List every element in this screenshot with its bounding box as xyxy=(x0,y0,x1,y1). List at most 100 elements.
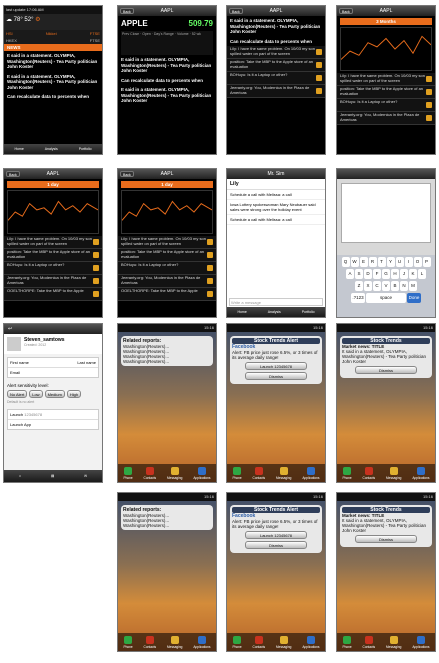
key-done[interactable]: Done xyxy=(407,293,421,303)
dock-applications[interactable]: Applications xyxy=(302,635,320,649)
key-q[interactable]: Q xyxy=(341,257,350,267)
key-z[interactable]: Z xyxy=(355,281,363,291)
back-button[interactable]: Back xyxy=(6,171,20,177)
news-item[interactable]: Can recalculate data to percents when xyxy=(227,37,325,47)
level-medium[interactable]: Medium xyxy=(44,390,65,398)
comment-row[interactable]: Lily: I have the same problem. On 10/03 … xyxy=(4,236,102,249)
dismiss-button[interactable]: Dismiss xyxy=(245,372,307,380)
key-t[interactable]: T xyxy=(377,257,386,267)
dock-applications[interactable]: Applications xyxy=(412,466,430,480)
dock-messaging[interactable]: Messaging xyxy=(167,635,182,649)
news-item[interactable]: It said in a statement. OLYMPIA, Washing… xyxy=(118,85,216,106)
key-numbers[interactable]: .?123 xyxy=(351,293,365,303)
dock-phone[interactable]: Phone xyxy=(232,635,242,649)
tab-portfolio[interactable]: Portfolio xyxy=(302,310,315,314)
key-k[interactable]: K xyxy=(409,269,417,279)
dismiss-button[interactable]: Dismiss xyxy=(245,541,307,549)
comment-row[interactable]: Jeeranty.org: You, Modernica in the Plaz… xyxy=(4,275,102,288)
key-j[interactable]: J xyxy=(400,269,408,279)
level-no-alert[interactable]: No Alert xyxy=(7,390,28,398)
tab-portfolio[interactable]: Portfolio xyxy=(79,147,92,151)
launch-value[interactable]: 12345678 xyxy=(24,412,42,417)
report-item[interactable]: Washington(Reuters)... xyxy=(123,359,211,364)
dock-applications[interactable]: Applications xyxy=(302,466,320,480)
dock-contacts[interactable]: Contacts xyxy=(363,635,375,649)
back-arrow-icon[interactable]: ↩ xyxy=(8,326,12,332)
news-item[interactable]: It said in a statement. OLYMPIA, Washing… xyxy=(4,72,102,93)
range-selector[interactable]: 3 Months xyxy=(340,18,432,25)
comment-row[interactable]: position: Take the MBP to the Apple stor… xyxy=(118,249,216,262)
tab-home[interactable]: Home xyxy=(14,147,23,151)
news-item[interactable]: It said in a statement. OLYMPIA, Washing… xyxy=(227,16,325,37)
report-item[interactable]: Washington(Reuters)... xyxy=(123,523,211,528)
dock-phone[interactable]: Phone xyxy=(342,466,352,480)
dock-messaging[interactable]: Messaging xyxy=(167,466,182,480)
comment-row[interactable]: Lily: I have the same problem. On 10/03 … xyxy=(227,46,325,59)
comment-row[interactable]: Jeeranty.org: You, Modernica in the Plaz… xyxy=(118,275,216,288)
key-m[interactable]: M xyxy=(409,281,417,291)
key-e[interactable]: E xyxy=(359,257,368,267)
key-v[interactable]: V xyxy=(382,281,390,291)
key-w[interactable]: W xyxy=(350,257,359,267)
launch-button[interactable]: Launch 12345678 xyxy=(245,531,307,539)
news-item[interactable]: It said in a statement. OLYMPIA, Washing… xyxy=(4,51,102,72)
message-item[interactable]: Iowa Lottery spokeswoman Mary Neubauer s… xyxy=(227,200,325,215)
mail-icon[interactable]: ✉ xyxy=(84,474,87,478)
dock-contacts[interactable]: Contacts xyxy=(363,466,375,480)
comment-row[interactable]: Jeeranty.org: You, Modernica in the Plaz… xyxy=(337,112,435,125)
key-o[interactable]: O xyxy=(413,257,422,267)
list-icon[interactable]: ▤ xyxy=(51,474,54,478)
key-s[interactable]: S xyxy=(355,269,363,279)
key-i[interactable]: I xyxy=(404,257,413,267)
key-l[interactable]: L xyxy=(418,269,426,279)
key-p[interactable]: P xyxy=(422,257,431,267)
dock-contacts[interactable]: Contacts xyxy=(144,466,156,480)
level-high[interactable]: High xyxy=(66,390,82,398)
back-button[interactable]: Back xyxy=(120,8,134,14)
comment-row[interactable]: position: Take the MBP to the Apple stor… xyxy=(227,59,325,72)
comment-row[interactable]: OOELTHORPE: Take the MBP to the Apple xyxy=(118,288,216,301)
comment-row[interactable]: position: Take the MBP to the Apple stor… xyxy=(337,86,435,99)
key-d[interactable]: D xyxy=(364,269,372,279)
key-r[interactable]: R xyxy=(368,257,377,267)
comment-row[interactable]: Lily: I have the same problem. On 10/03 … xyxy=(118,236,216,249)
key-f[interactable]: F xyxy=(373,269,381,279)
dismiss-button[interactable]: Dismiss xyxy=(355,366,417,374)
dock-phone[interactable]: Phone xyxy=(342,635,352,649)
key-x[interactable]: X xyxy=(364,281,372,291)
dock-messaging[interactable]: Messaging xyxy=(386,635,401,649)
dock-applications[interactable]: Applications xyxy=(412,635,430,649)
comment-row[interactable]: Jeeranty.org: You, Modernica in the Plaz… xyxy=(227,85,325,98)
key-h[interactable]: H xyxy=(391,269,399,279)
key-y[interactable]: Y xyxy=(386,257,395,267)
dock-applications[interactable]: Applications xyxy=(193,635,211,649)
dock-contacts[interactable]: Contacts xyxy=(144,635,156,649)
comment-row[interactable]: BOHuyu: Is it a Laptop or other? xyxy=(118,262,216,275)
key-space[interactable]: space xyxy=(366,293,406,303)
tab-analysis[interactable]: Analysis xyxy=(45,147,58,151)
compose-input[interactable]: Write a message xyxy=(229,298,323,306)
launch-button[interactable]: Launch 12345678 xyxy=(245,362,307,370)
range-selector[interactable]: 1 day xyxy=(7,181,99,188)
last-name-field[interactable]: Last name xyxy=(77,360,96,365)
dock-messaging[interactable]: Messaging xyxy=(386,466,401,480)
dock-phone[interactable]: Phone xyxy=(123,635,133,649)
key-n[interactable]: N xyxy=(400,281,408,291)
key-g[interactable]: G xyxy=(382,269,390,279)
email-field[interactable]: Email xyxy=(8,368,98,377)
back-button[interactable]: Back xyxy=(120,171,134,177)
comment-row[interactable]: position: Take the MBP to the Apple stor… xyxy=(4,249,102,262)
range-selector[interactable]: 1 day xyxy=(121,181,213,188)
comment-row[interactable]: BOHuyu: Is it a Laptop or other? xyxy=(4,262,102,275)
level-low[interactable]: Low xyxy=(29,390,43,398)
key-b[interactable]: B xyxy=(391,281,399,291)
comment-row[interactable]: Lily: I have the same problem. On 10/03 … xyxy=(337,73,435,86)
launch-app-row[interactable]: Launch App xyxy=(8,420,98,429)
key-c[interactable]: C xyxy=(373,281,381,291)
dock-applications[interactable]: Applications xyxy=(193,466,211,480)
message-item[interactable]: Schedule a call with Melissa: a call xyxy=(227,215,325,225)
comment-row[interactable]: BOHuyu: Is it a Laptop or other? xyxy=(227,72,325,85)
comment-row[interactable]: OOELTHORPE: Take the MBP to the Apple xyxy=(4,288,102,301)
message-item[interactable]: Schedule a call with Melissa: a call xyxy=(227,190,325,200)
dismiss-button[interactable]: Dismiss xyxy=(355,535,417,543)
